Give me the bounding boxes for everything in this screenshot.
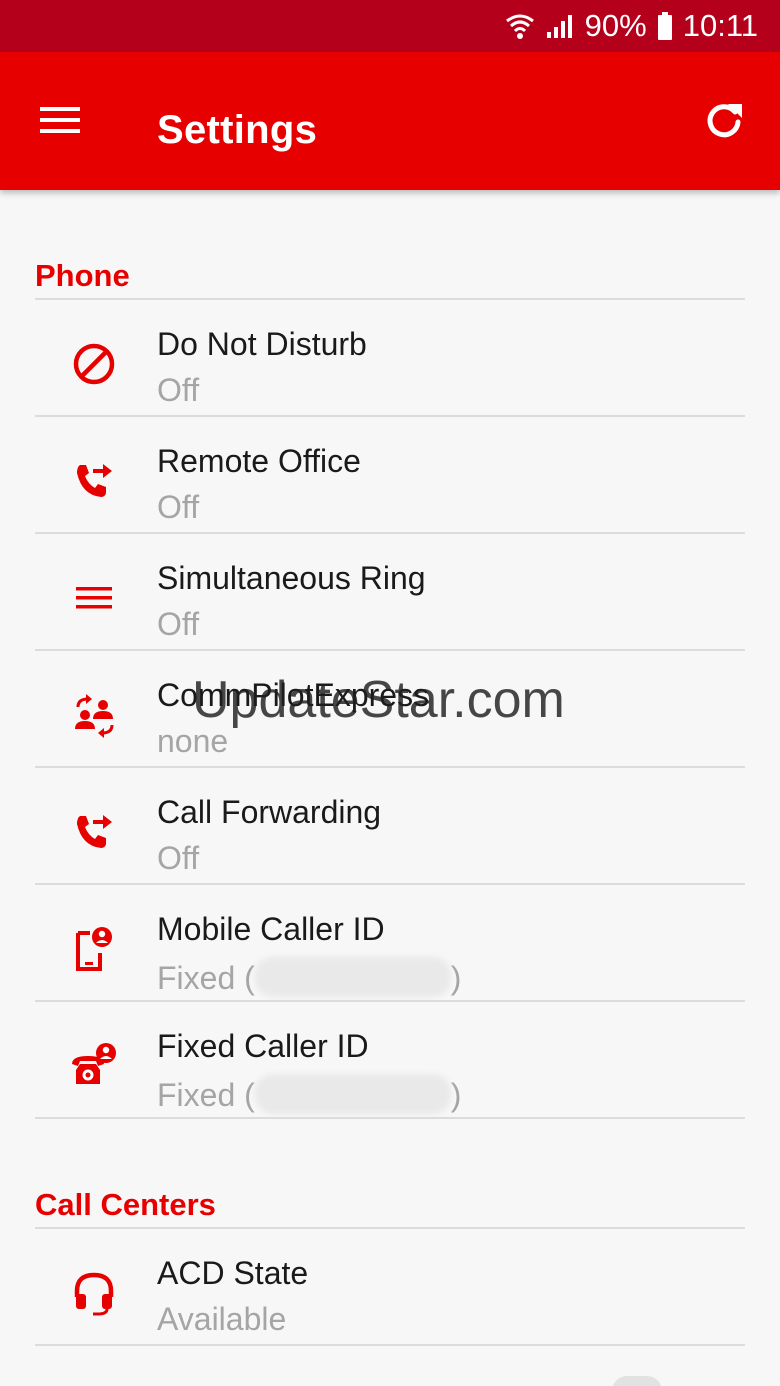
clock: 10:11 <box>682 8 758 43</box>
setting-label: CommPilotExpress <box>157 677 430 713</box>
setting-value: Off <box>157 372 200 408</box>
setting-commpilot-express[interactable]: CommPilotExpress none <box>35 653 745 768</box>
divider <box>35 649 745 651</box>
setting-value: Off <box>157 489 200 525</box>
divider <box>35 532 745 534</box>
wifi-icon <box>505 12 535 40</box>
mobile-user-icon <box>68 923 120 975</box>
page-title: Settings <box>157 108 318 152</box>
setting-call-forwarding[interactable]: Call Forwarding Off <box>35 770 745 885</box>
call-forward-icon <box>68 455 120 507</box>
value-suffix: ) <box>450 960 462 996</box>
setting-acd-state[interactable]: ACD State Available <box>35 1231 745 1346</box>
battery-icon <box>657 12 673 40</box>
divider <box>35 1000 745 1002</box>
redacted-number <box>254 1074 451 1114</box>
divider <box>35 298 745 300</box>
setting-mobile-caller-id[interactable]: Mobile Caller ID Fixed () <box>35 887 745 1002</box>
setting-label: ACD State <box>157 1255 309 1291</box>
setting-remote-office[interactable]: Remote Office Off <box>35 419 745 534</box>
setting-label: Fixed Caller ID <box>157 1028 369 1064</box>
divider <box>35 1117 745 1119</box>
divider <box>35 766 745 768</box>
people-swap-icon <box>68 689 120 741</box>
setting-value: Fixed () <box>157 957 461 997</box>
setting-value: Off <box>157 606 200 642</box>
hamburger-menu-icon[interactable] <box>38 101 84 141</box>
desk-phone-user-icon <box>68 1040 120 1092</box>
divider <box>35 1227 745 1229</box>
value-prefix: Fixed ( <box>157 960 255 996</box>
divider <box>35 883 745 885</box>
refresh-icon[interactable] <box>702 98 746 142</box>
section-header-call-centers: Call Centers <box>35 1187 216 1222</box>
setting-fixed-caller-id[interactable]: Fixed Caller ID Fixed () <box>35 1004 745 1119</box>
setting-value: Available <box>157 1301 287 1337</box>
signal-icon <box>545 12 575 40</box>
setting-label: Call Forwarding <box>157 794 382 830</box>
setting-label: Mobile Caller ID <box>157 911 385 947</box>
divider <box>35 1344 745 1346</box>
headset-icon <box>68 1267 120 1319</box>
setting-simultaneous-ring[interactable]: Simultaneous Ring Off <box>35 536 745 651</box>
lines-icon <box>68 572 120 624</box>
block-icon <box>68 338 120 390</box>
setting-value: none <box>157 723 229 759</box>
setting-label: Remote Office <box>157 443 361 479</box>
setting-value: Fixed () <box>157 1074 461 1114</box>
setting-value: Off <box>157 840 200 876</box>
value-suffix: ) <box>450 1077 462 1113</box>
call-forward-icon <box>68 806 120 858</box>
setting-label: Do Not Disturb <box>157 326 367 362</box>
setting-do-not-disturb[interactable]: Do Not Disturb Off <box>35 302 745 417</box>
battery-percent: 90% <box>584 8 647 43</box>
redacted-number <box>254 957 451 997</box>
app-bar: Settings <box>0 52 780 190</box>
status-bar: 90% 10:11 <box>0 0 780 52</box>
value-prefix: Fixed ( <box>157 1077 255 1113</box>
section-header-phone: Phone <box>35 258 130 293</box>
toggle-switch[interactable] <box>612 1376 662 1386</box>
setting-label: Simultaneous Ring <box>157 560 426 596</box>
divider <box>35 415 745 417</box>
